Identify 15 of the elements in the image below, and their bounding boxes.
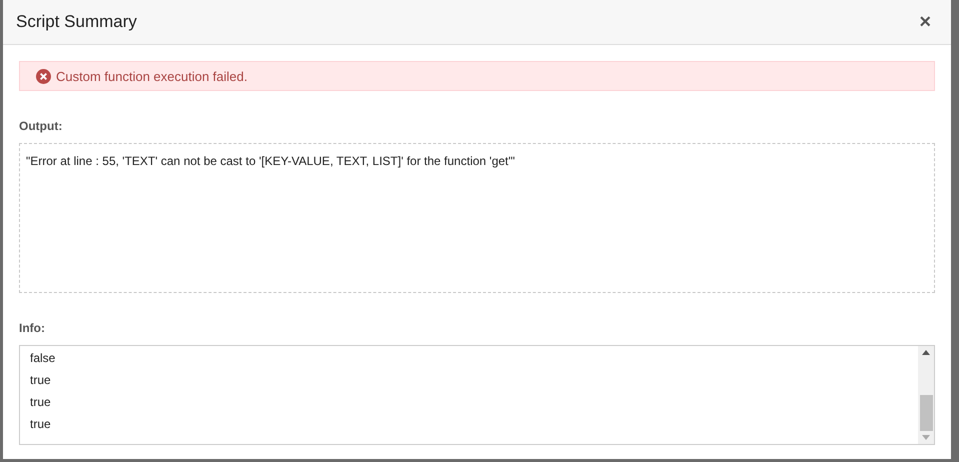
output-text: "Error at line : 55, 'TEXT' can not be cast to '[KEY-VALUE, TEXT, LIST]' for the function 'get'" (19, 143, 935, 293)
scroll-down-icon[interactable] (922, 435, 930, 440)
info-line: true (30, 416, 52, 432)
scrollbar[interactable] (918, 346, 934, 444)
error-icon (36, 68, 51, 84)
output-label: Output: (19, 119, 64, 133)
scroll-up-icon[interactable] (922, 350, 930, 355)
info-line: false (30, 350, 56, 366)
info-line: true (30, 372, 52, 388)
scroll-thumb[interactable] (920, 395, 932, 431)
info-label: Info: (19, 321, 46, 335)
info-line: true (30, 394, 52, 410)
alert-message: Custom function execution failed. (56, 68, 248, 84)
dialog-title: Script Summary (16, 12, 137, 32)
close-button[interactable]: × (917, 12, 933, 32)
